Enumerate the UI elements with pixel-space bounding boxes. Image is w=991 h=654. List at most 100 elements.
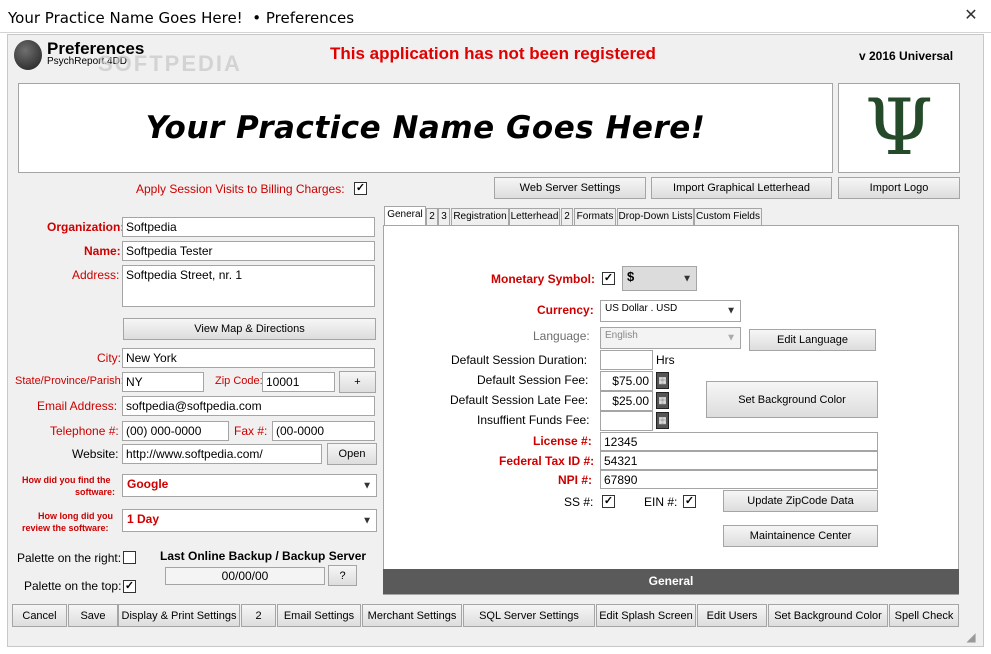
review-software-value: 1 Day <box>127 512 160 526</box>
state-field[interactable]: NY <box>122 372 204 392</box>
palette-right-label: Palette on the right: <box>17 551 122 565</box>
import-letterhead-button[interactable]: Import Graphical Letterhead <box>651 177 832 199</box>
language-value: English <box>605 330 638 341</box>
window-title: Your Practice Name Goes Here! • Preferen… <box>8 9 355 27</box>
late-fee-label: Default Session Late Fee: <box>450 393 589 407</box>
currency-value: US Dollar . USD <box>605 303 678 314</box>
calculator-icon[interactable]: ▦ <box>656 372 669 389</box>
fax-field[interactable]: (00-0000 <box>272 421 375 441</box>
app-logo-icon <box>14 40 42 70</box>
backup-help-button[interactable]: ? <box>328 565 357 586</box>
edit-splash-screen-button[interactable]: Edit Splash Screen <box>596 604 696 627</box>
palette-top-label: Palette on the top: <box>24 579 122 593</box>
website-field[interactable]: http://www.softpedia.com/ <box>122 444 322 464</box>
language-label: Language: <box>533 329 590 343</box>
zip-plus-button[interactable]: + <box>339 371 376 393</box>
edit-users-button[interactable]: Edit Users <box>697 604 767 627</box>
find-software-label-2: software: <box>75 487 116 497</box>
monetary-symbol-checkbox[interactable]: ✓ <box>602 272 615 285</box>
letterhead-banner: Your Practice Name Goes Here! <box>18 83 833 173</box>
palette-right-checkbox[interactable] <box>123 551 136 564</box>
session-duration-label: Default Session Duration: <box>451 353 588 367</box>
save-button[interactable]: Save <box>68 604 118 627</box>
chevron-down-icon: ▼ <box>726 332 736 344</box>
find-software-select[interactable]: Google ▼ <box>122 474 377 497</box>
name-field[interactable]: Softpedia Tester <box>122 241 375 261</box>
zip-label: Zip Code: <box>215 375 263 387</box>
tab-drop-down-lists[interactable]: Drop-Down Lists <box>617 208 694 225</box>
set-background-color-bottom-button[interactable]: Set Background Color <box>768 604 888 627</box>
resize-grip-icon[interactable]: ◢ <box>963 629 979 645</box>
set-background-color-button[interactable]: Set Background Color <box>706 381 878 418</box>
view-map-button[interactable]: View Map & Directions <box>123 318 376 340</box>
apply-session-checkbox[interactable]: ✓ <box>354 182 367 195</box>
calculator-icon[interactable]: ▦ <box>656 392 669 409</box>
currency-label: Currency: <box>537 303 594 317</box>
chevron-down-icon: ▼ <box>682 273 692 284</box>
display-print-settings-button[interactable]: Display & Print Settings <box>118 604 240 627</box>
apply-session-label: Apply Session Visits to Billing Charges: <box>136 182 345 196</box>
telephone-field[interactable]: (00) 000-0000 <box>122 421 229 441</box>
tab-2b[interactable]: 2 <box>561 208 573 225</box>
ein-checkbox[interactable]: ✓ <box>683 495 696 508</box>
palette-top-checkbox[interactable]: ✓ <box>123 580 136 593</box>
find-software-value: Google <box>127 477 169 491</box>
tab-3[interactable]: 3 <box>438 208 450 225</box>
tab-formats[interactable]: Formats <box>574 208 616 225</box>
zip-field[interactable]: 10001 <box>262 372 335 392</box>
insufficient-funds-field[interactable] <box>600 411 653 431</box>
name-label: Name: <box>84 244 121 258</box>
license-field[interactable]: 12345 <box>600 432 878 451</box>
sql-server-settings-button[interactable]: SQL Server Settings <box>463 604 595 627</box>
tab-2[interactable]: 2 <box>426 208 438 225</box>
merchant-settings-button[interactable]: Merchant Settings <box>362 604 462 627</box>
state-label: State/Province/Parish: <box>15 375 124 387</box>
tab-letterhead[interactable]: Letterhead <box>509 208 560 225</box>
version-label: v 2016 Universal <box>859 49 954 63</box>
watermark: SOFTPEDIA <box>98 51 242 76</box>
update-zipcode-button[interactable]: Update ZipCode Data <box>723 490 878 512</box>
currency-select[interactable]: US Dollar . USD ▼ <box>600 300 741 322</box>
email-field[interactable]: softpedia@softpedia.com <box>122 396 375 416</box>
open-website-button[interactable]: Open <box>327 443 377 465</box>
edit-language-button[interactable]: Edit Language <box>749 329 876 351</box>
web-server-settings-button[interactable]: Web Server Settings <box>494 177 646 199</box>
review-software-select[interactable]: 1 Day ▼ <box>122 509 377 532</box>
insufficient-funds-label: Insuffient Funds Fee: <box>477 413 590 427</box>
organization-field[interactable]: Softpedia <box>122 217 375 237</box>
calculator-icon[interactable]: ▦ <box>656 412 669 429</box>
close-icon[interactable]: ✕ <box>959 6 983 26</box>
cancel-button[interactable]: Cancel <box>12 604 67 627</box>
review-software-label-2: review the software: <box>22 523 109 533</box>
telephone-label: Telephone #: <box>50 424 119 438</box>
monetary-symbol-label: Monetary Symbol: <box>491 272 596 286</box>
window-title-bar: Your Practice Name Goes Here! • Preferen… <box>0 0 991 33</box>
tab-registration[interactable]: Registration <box>451 208 509 225</box>
monetary-symbol-value: $ <box>627 269 635 284</box>
monetary-symbol-select[interactable]: $ ▼ <box>622 266 697 291</box>
language-select[interactable]: English ▼ <box>600 327 741 349</box>
tab-general[interactable]: General <box>384 206 426 225</box>
maintenance-center-button[interactable]: Maintainence Center <box>723 525 878 547</box>
fax-label: Fax #: <box>234 424 268 438</box>
import-logo-button[interactable]: Import Logo <box>838 177 960 199</box>
tab-custom-fields[interactable]: Custom Fields <box>694 208 762 225</box>
spell-check-button[interactable]: Spell Check <box>889 604 959 627</box>
city-field[interactable]: New York <box>122 348 375 368</box>
address-field[interactable]: Softpedia Street, nr. 1 <box>122 265 375 307</box>
display-print-settings-2-button[interactable]: 2 <box>241 604 276 627</box>
email-settings-button[interactable]: Email Settings <box>277 604 361 627</box>
license-label: License #: <box>533 434 592 448</box>
ss-checkbox[interactable]: ✓ <box>602 495 615 508</box>
backup-field[interactable]: 00/00/00 <box>165 567 325 585</box>
late-fee-field[interactable]: $25.00 <box>600 391 653 411</box>
tax-id-field[interactable]: 54321 <box>600 451 878 470</box>
session-duration-field[interactable] <box>600 350 653 370</box>
ein-label: EIN #: <box>644 495 678 509</box>
website-label: Website: <box>72 447 119 461</box>
chevron-down-icon: ▼ <box>726 305 736 317</box>
npi-field[interactable]: 67890 <box>600 470 878 489</box>
session-fee-label: Default Session Fee: <box>477 373 589 387</box>
npi-label: NPI #: <box>558 473 593 487</box>
session-fee-field[interactable]: $75.00 <box>600 371 653 391</box>
